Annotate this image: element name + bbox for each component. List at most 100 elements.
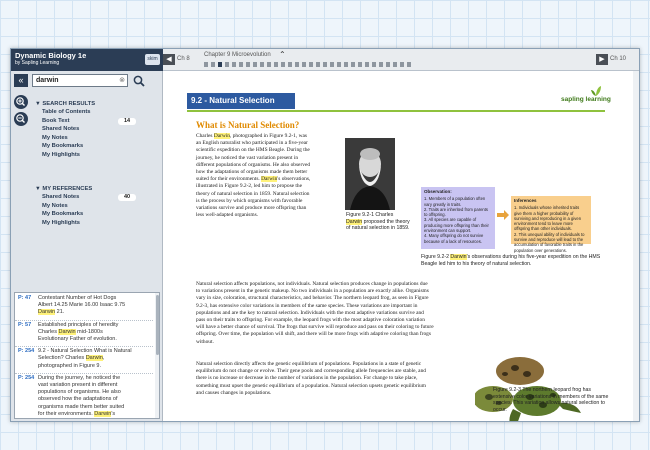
inferences-box: Inferences 1. Individuals whose inherite… [511, 196, 591, 253]
caption-line: Figure 9.2-3 The northern leopard frog h… [493, 387, 591, 393]
reference-category[interactable]: Shared Notes [42, 194, 79, 200]
page-thumbnail[interactable] [386, 62, 390, 67]
search-input[interactable]: darwin ⊗ [32, 74, 128, 87]
search-highlight: Darwin [450, 254, 467, 260]
result-page-number: P: 57 [18, 321, 32, 328]
reference-category[interactable]: My Notes [42, 203, 68, 209]
app-brand: Dynamic Biology 1e by Sapling Learning s… [11, 49, 163, 71]
body-text-line: different populations of organisms. He a… [196, 161, 311, 168]
result-page-number: P: 254 [18, 348, 35, 355]
result-snippet-line: populations of organisms. He also [38, 389, 121, 396]
page-thumbnail-strip[interactable] [204, 62, 534, 68]
clear-search-icon[interactable]: ⊗ [119, 76, 125, 84]
page-thumbnail[interactable] [372, 62, 376, 67]
content-scrollbar[interactable] [633, 71, 639, 421]
search-highlight: Darwin [94, 410, 112, 417]
reference-category[interactable]: My Bookmarks [42, 211, 83, 217]
result-snippet-line: Albert 14.25 Marie 16.00 Isaac 9.75 [38, 302, 126, 309]
page-thumbnail[interactable] [358, 62, 362, 67]
search-result-category[interactable]: My Bookmarks [42, 143, 83, 149]
page-thumbnail[interactable] [246, 62, 250, 67]
inferences-title: Inferences [514, 198, 537, 203]
search-result-category[interactable]: My Notes [42, 135, 68, 141]
prev-chapter-button[interactable]: ◀ [163, 54, 175, 65]
page-thumbnail[interactable] [281, 62, 285, 67]
caption-line: occur. [493, 406, 507, 413]
page-thumbnail[interactable] [288, 62, 292, 67]
figure-2-caption: Figure 9.2-2 Darwin's observations durin… [421, 254, 600, 267]
page-thumbnail[interactable] [232, 62, 236, 67]
chevron-up-icon[interactable]: ⌃ [279, 50, 286, 59]
page-thumbnail[interactable] [309, 62, 313, 67]
page-thumbnail[interactable] [344, 62, 348, 67]
page-thumbnail[interactable] [337, 62, 341, 67]
search-results-list: P: 47 Contestant Number of Hot Dogs Albert… [14, 292, 160, 419]
figure-3-caption: Figure 9.2-3 The northern leopard frog h… [493, 387, 608, 413]
results-scroll-thumb[interactable] [156, 295, 159, 355]
search-result-category[interactable]: Shared Notes [42, 126, 79, 132]
search-input-value: darwin [36, 77, 59, 84]
app-subtitle: by Sapling Learning [15, 60, 60, 66]
result-snippet-line: Charles Darwin mid-1800s [38, 328, 103, 335]
next-chapter-label[interactable]: Ch 10 [610, 56, 626, 62]
page-thumbnail[interactable] [323, 62, 327, 67]
result-snippet-line: Darwin 21. [38, 309, 65, 316]
chevron-right-icon: ▶ [599, 56, 605, 63]
page-thumbnail[interactable] [330, 62, 334, 67]
page-thumbnail[interactable] [218, 62, 222, 67]
result-snippet-line: vast variation present in different [38, 382, 118, 388]
paragraph-2: Natural selection affects populations, n… [196, 281, 471, 346]
page-thumbnail[interactable] [400, 62, 404, 67]
search-results-heading[interactable]: ▼ SEARCH RESULTS [35, 101, 95, 107]
double-chevron-left-icon: « [18, 75, 24, 85]
skim-button[interactable]: skim [145, 54, 160, 65]
body-text-line: suited for their environments. Darwin's … [196, 176, 311, 183]
search-highlight: Darwin [85, 355, 103, 362]
result-snippet-line: observed how the adaptations of [38, 396, 118, 403]
chapter-title: Chapter 9 Microevolution [204, 52, 271, 58]
search-result-item[interactable]: P: 57 Established principles of heredity C… [15, 322, 153, 348]
page-thumbnail[interactable] [351, 62, 355, 67]
inference-item: 2. This unequal ability of individuals t… [514, 231, 585, 253]
caption-line: Darwin proposed the theory [346, 218, 410, 225]
search-result-item[interactable]: P: 254 9.2 - Natural Selection What is Na… [15, 348, 153, 374]
ebook-reader-window: Dynamic Biology 1e by Sapling Learning s… [10, 48, 640, 422]
prev-chapter-label[interactable]: Ch 8 [177, 56, 190, 62]
sapling-logo: sapling learning [561, 96, 611, 103]
page-thumbnail[interactable] [225, 62, 229, 67]
page-thumbnail[interactable] [316, 62, 320, 67]
body-text-line: vary in size, coloration, structural cha… [196, 295, 429, 302]
body-text-line: there is no increase or decrease in the … [196, 375, 418, 382]
body-text-line: theory of natural selection in 1859. Nat… [196, 190, 310, 197]
search-result-item[interactable]: P: 47 Contestant Number of Hot Dogs Albert… [15, 295, 153, 321]
page-thumbnail[interactable] [204, 62, 208, 67]
page-thumbnail[interactable] [302, 62, 306, 67]
page-thumbnail[interactable] [365, 62, 369, 67]
page-thumbnail[interactable] [274, 62, 278, 67]
search-result-category[interactable]: Book Text [42, 118, 70, 124]
page-thumbnail[interactable] [393, 62, 397, 67]
page-thumbnail[interactable] [407, 62, 411, 67]
result-snippet-line: photographed in Figure 9. [38, 362, 101, 369]
page-thumbnail[interactable] [260, 62, 264, 67]
collapse-sidebar-button[interactable]: « [14, 74, 28, 87]
search-results-title: SEARCH RESULTS [42, 101, 96, 107]
next-chapter-button[interactable]: ▶ [596, 54, 608, 65]
page-thumbnail[interactable] [267, 62, 271, 67]
result-snippet-line: During the journey, he noticed the [38, 374, 121, 381]
search-result-category[interactable]: Table of Contents [42, 109, 91, 115]
search-result-category[interactable]: My Highlights [42, 152, 80, 158]
search-icon[interactable] [133, 75, 145, 87]
page-thumbnail[interactable] [379, 62, 383, 67]
search-result-item[interactable]: P: 254 During the journey, he noticed the… [15, 374, 153, 418]
zoom-in-icon[interactable] [14, 95, 28, 109]
page-thumbnail[interactable] [239, 62, 243, 67]
zoom-out-icon[interactable] [14, 112, 28, 126]
my-references-heading[interactable]: ▼ MY REFERENCES [35, 186, 92, 192]
page-thumbnail[interactable] [253, 62, 257, 67]
reference-category[interactable]: My Highlights [42, 220, 80, 226]
result-snippet-line: Evolutionary Father of evolution. [38, 336, 117, 342]
caption-line: Beagle led him to his theory of natural … [421, 260, 532, 267]
page-thumbnail[interactable] [295, 62, 299, 67]
page-thumbnail[interactable] [211, 62, 215, 67]
